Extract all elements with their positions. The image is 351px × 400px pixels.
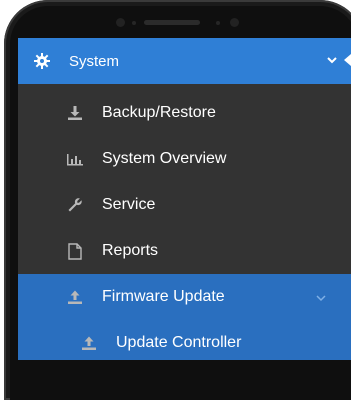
sidebar-item-label: Service <box>102 196 156 213</box>
sidebar-item-label: Backup/Restore <box>102 104 216 121</box>
sidebar-item-label: System Overview <box>102 150 227 167</box>
upload-icon <box>66 288 84 306</box>
document-icon <box>66 242 84 260</box>
collapse-arrow-icon[interactable] <box>344 54 351 66</box>
sensor-dot <box>216 21 220 25</box>
upload-icon <box>80 334 98 352</box>
bar-chart-icon <box>66 150 84 168</box>
chevron-down-icon[interactable] <box>325 53 339 67</box>
front-camera-icon <box>116 18 125 27</box>
download-icon <box>66 104 84 122</box>
chevron-down-icon[interactable] <box>315 291 327 303</box>
sidebar-item-label: Update Controller <box>116 334 242 351</box>
proximity-sensor-icon <box>230 18 239 27</box>
sidebar-item-label: Reports <box>102 242 159 259</box>
sensor-dot <box>132 21 136 25</box>
sidebar-item-firmware-update[interactable]: Firmware Update <box>18 274 351 320</box>
app-screen: System Backup/Restore System Overview Se… <box>18 38 351 360</box>
wrench-icon <box>66 196 84 214</box>
sidebar-item-service[interactable]: Service <box>18 182 351 228</box>
sidebar-item-system-overview[interactable]: System Overview <box>18 136 351 182</box>
sidebar-item-reports[interactable]: Reports <box>18 228 351 274</box>
gear-icon <box>33 52 51 70</box>
sidebar-section-system[interactable]: System <box>18 38 351 84</box>
earpiece-speaker <box>144 20 200 25</box>
sidebar-item-update-controller[interactable]: Update Controller <box>18 320 351 360</box>
sidebar-item-backup-restore[interactable]: Backup/Restore <box>18 90 351 136</box>
sidebar-section-label: System <box>69 52 120 70</box>
sidebar-item-label: Firmware Update <box>102 288 225 305</box>
